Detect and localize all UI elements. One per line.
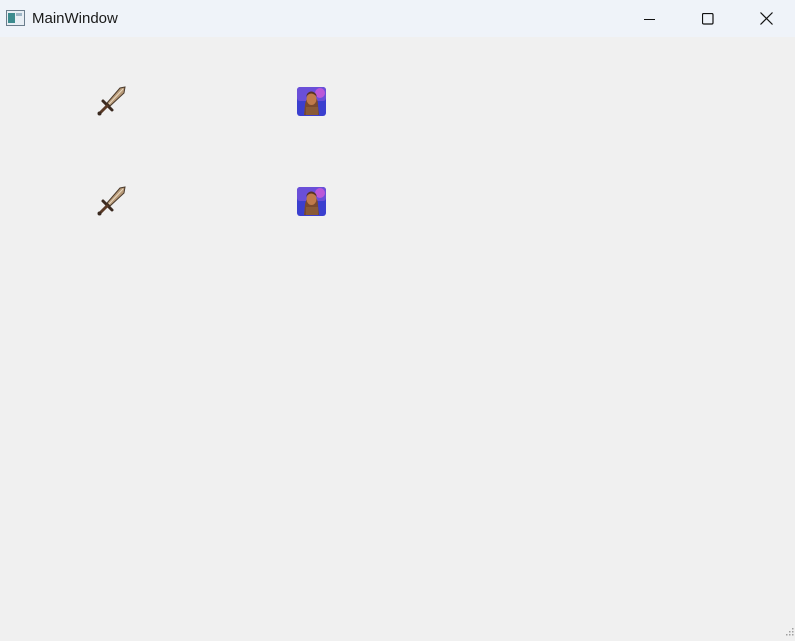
app-window-icon [6,10,25,26]
client-area [0,37,795,636]
maximize-button[interactable] [679,0,737,37]
close-icon [759,12,773,25]
sword-icon [96,85,128,117]
sword-icon [96,185,128,217]
minimize-button[interactable] [621,0,679,37]
size-grip[interactable] [786,623,794,636]
title-bar[interactable]: MainWindow [0,0,795,37]
maximize-icon [702,12,714,25]
close-button[interactable] [737,0,795,37]
window-title: MainWindow [32,10,118,27]
minimize-icon [644,13,656,25]
warrior-portrait-icon [296,85,328,117]
warrior-portrait-icon [296,185,328,217]
